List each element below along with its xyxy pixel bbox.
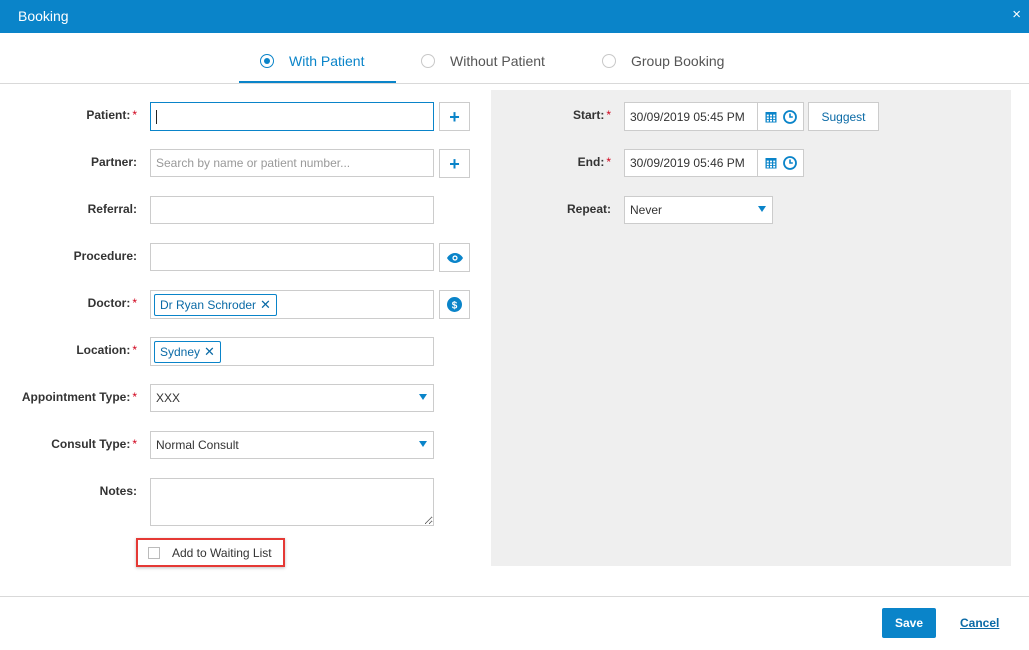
remove-tag-icon[interactable]: ✕ — [204, 344, 215, 360]
location-multiselect[interactable]: Sydney ✕ — [150, 337, 434, 366]
cancel-link[interactable]: Cancel — [960, 616, 999, 630]
footer-divider — [0, 596, 1029, 597]
plus-icon: + — [449, 106, 460, 127]
procedure-label: Procedure: — [73, 249, 137, 263]
notes-textarea[interactable] — [150, 478, 434, 526]
tab-label: Group Booking — [631, 53, 725, 69]
clock-icon[interactable] — [782, 156, 797, 170]
waiting-list-checkbox[interactable] — [148, 546, 160, 559]
consult-type-select[interactable]: Normal Consult — [150, 431, 434, 459]
consult-type-value: Normal Consult — [156, 438, 239, 452]
doctor-billing-button[interactable]: $ — [439, 290, 470, 319]
dialog-title: Booking — [18, 8, 69, 24]
dropdown-arrow-icon — [419, 441, 427, 447]
patient-label: Patient: * — [86, 108, 137, 122]
save-button[interactable]: Save — [882, 608, 936, 638]
partner-placeholder: Search by name or patient number... — [156, 156, 351, 170]
tab-label: With Patient — [289, 53, 365, 69]
doctor-multiselect[interactable]: Dr Ryan Schroder ✕ — [150, 290, 434, 319]
procedure-input[interactable] — [150, 243, 434, 271]
doctor-tag: Dr Ryan Schroder ✕ — [154, 293, 277, 316]
plus-icon: + — [449, 153, 460, 174]
end-label: End: * — [577, 155, 611, 169]
dollar-icon: $ — [447, 297, 462, 312]
repeat-value: Never — [630, 203, 663, 217]
partner-search-input[interactable]: Search by name or patient number... — [150, 149, 434, 177]
radio-icon — [421, 54, 435, 68]
consult-type-label: Consult Type: * — [51, 437, 137, 451]
radio-icon — [260, 54, 274, 68]
close-icon[interactable]: × — [1012, 6, 1021, 23]
location-label: Location: * — [76, 343, 137, 357]
add-patient-button[interactable]: + — [439, 102, 470, 131]
appointment-type-label: Appointment Type: * — [21, 390, 137, 404]
radio-icon — [602, 54, 616, 68]
waiting-list-label[interactable]: Add to Waiting List — [172, 546, 272, 560]
start-label: Start: * — [572, 108, 611, 122]
start-picker-buttons — [757, 102, 804, 131]
svg-text:$: $ — [452, 300, 458, 311]
clock-icon[interactable] — [782, 109, 797, 124]
text-caret — [156, 109, 157, 124]
tab-group-booking[interactable]: Group Booking — [602, 51, 724, 71]
doctor-tag-label: Dr Ryan Schroder — [160, 297, 257, 312]
partner-label: Partner: — [90, 155, 137, 169]
end-value: 30/09/2019 05:46 PM — [630, 156, 745, 170]
calendar-icon[interactable] — [765, 111, 777, 123]
referral-label: Referral: — [87, 202, 137, 216]
repeat-select[interactable]: Never — [624, 196, 773, 224]
view-procedure-button[interactable] — [439, 243, 470, 272]
tab-with-patient[interactable]: With Patient — [260, 51, 364, 71]
active-tab-indicator — [239, 81, 396, 83]
remove-tag-icon[interactable]: ✕ — [260, 297, 271, 313]
repeat-label: Repeat: — [566, 202, 611, 216]
start-value: 30/09/2019 05:45 PM — [630, 109, 745, 124]
tab-label: Without Patient — [450, 53, 545, 69]
booking-mode-tabs: With Patient Without Patient Group Booki… — [0, 33, 1029, 84]
patient-input[interactable] — [150, 102, 434, 131]
start-datetime-input[interactable]: 30/09/2019 05:45 PM — [624, 102, 758, 131]
dialog-titlebar: Booking × — [0, 0, 1029, 33]
appointment-type-select[interactable]: XXX — [150, 384, 434, 412]
dropdown-arrow-icon — [419, 394, 427, 400]
end-picker-buttons — [757, 149, 804, 177]
tab-without-patient[interactable]: Without Patient — [421, 51, 545, 71]
waiting-list-highlight: Add to Waiting List — [136, 538, 285, 567]
dropdown-arrow-icon — [758, 206, 766, 212]
location-tag-label: Sydney — [160, 344, 201, 359]
location-tag: Sydney ✕ — [154, 340, 221, 363]
suggest-button[interactable]: Suggest — [808, 102, 879, 131]
referral-input[interactable] — [150, 196, 434, 224]
notes-label: Notes: — [99, 484, 137, 498]
appointment-type-value: XXX — [156, 391, 181, 405]
doctor-label: Doctor: * — [87, 296, 137, 310]
calendar-icon[interactable] — [765, 157, 777, 169]
add-partner-button[interactable]: + — [439, 149, 470, 178]
eye-icon — [446, 252, 463, 263]
end-datetime-input[interactable]: 30/09/2019 05:46 PM — [624, 149, 758, 177]
